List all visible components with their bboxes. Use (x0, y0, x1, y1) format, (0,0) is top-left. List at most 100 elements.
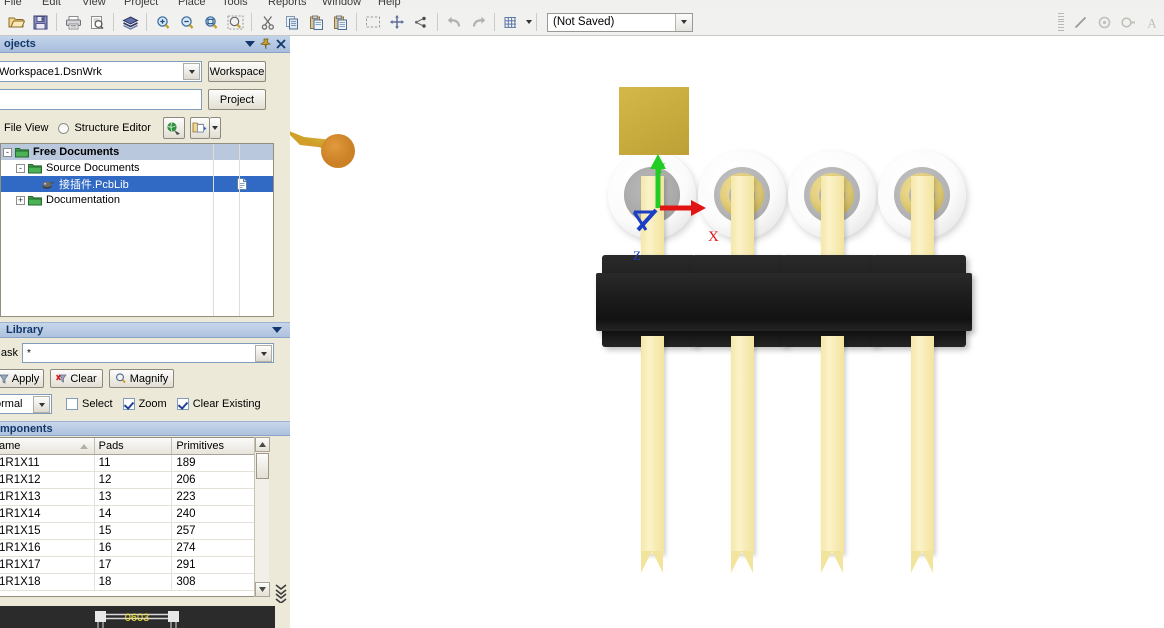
print-icon[interactable] (61, 11, 85, 33)
structure-editor-radio[interactable] (58, 122, 70, 134)
table-row[interactable]: 1R1X16 16 274 (0, 540, 254, 557)
apply-button[interactable]: Apply (0, 369, 44, 388)
library-panel-caret-icon[interactable] (272, 327, 282, 333)
table-row[interactable]: 1R1X18 18 308 (0, 574, 254, 591)
snap-grid-dropdown[interactable] (675, 13, 692, 31)
zoom-in-icon[interactable] (151, 11, 175, 33)
menu-item-window[interactable]: Window (322, 0, 361, 8)
clear-button[interactable]: Clear (50, 369, 103, 388)
scrollbar-thumb[interactable] (255, 453, 269, 479)
snap-grid-combo[interactable]: (Not Saved) (547, 12, 693, 32)
redo-icon[interactable] (466, 11, 490, 33)
zoom-area-icon[interactable] (223, 11, 247, 33)
column-primitives[interactable]: Primitives (172, 438, 254, 454)
drawing-toolbar[interactable]: A (1054, 9, 1164, 36)
scroll-up-arrow[interactable] (254, 437, 270, 452)
projects-panel-header[interactable]: ojects (0, 36, 290, 53)
panel-collapse-chevrons[interactable] (274, 583, 288, 606)
library-panel-header[interactable]: Library (0, 322, 290, 338)
magnify-button[interactable]: Magnify (109, 369, 174, 388)
cut-icon[interactable] (256, 11, 280, 33)
open-folder-icon[interactable] (4, 11, 28, 33)
toolbar-grip[interactable] (1058, 13, 1064, 31)
line-icon[interactable] (1068, 11, 1092, 33)
workspace-combo[interactable]: Workspace1.DsnWrk (0, 61, 202, 82)
print-preview-icon[interactable] (85, 11, 109, 33)
project-button[interactable]: Project (208, 89, 266, 110)
project-combo[interactable] (0, 89, 202, 110)
grid-dropdown-caret[interactable] (526, 20, 532, 24)
menu-item-reports[interactable]: Reports (268, 0, 307, 8)
project-tree[interactable]: - Free Documents - Source Documents 接插件.PcbL… (0, 143, 274, 317)
circle-icon[interactable] (1092, 11, 1116, 33)
collapse-icon[interactable]: - (16, 163, 25, 173)
zoom-label[interactable]: Zoom (139, 398, 167, 410)
mask-dropdown[interactable] (255, 345, 272, 362)
zoom-checkbox[interactable] (122, 398, 135, 410)
menu-item-view[interactable]: View (82, 0, 106, 8)
workspace-button[interactable]: Workspace (208, 61, 266, 82)
layers-icon[interactable] (118, 11, 142, 33)
copy-icon[interactable] (280, 11, 304, 33)
mode-combo[interactable]: ormal (0, 394, 52, 414)
clear-existing-checkbox[interactable] (176, 398, 189, 410)
menu-item-help[interactable]: Help (378, 0, 401, 8)
z-axis-label: Z (633, 248, 641, 263)
table-row[interactable]: 1R1X13 13 223 (0, 489, 254, 506)
table-row[interactable]: 1R1X11 11 189 (0, 455, 254, 472)
file-view-label[interactable]: File View (4, 122, 48, 134)
arc-icon[interactable] (1116, 11, 1140, 33)
collapse-icon[interactable]: - (3, 147, 12, 157)
select-checkbox[interactable] (66, 398, 78, 410)
table-row[interactable]: 1R1X15 15 257 (0, 523, 254, 540)
cross-probe-icon[interactable] (409, 11, 433, 33)
tree-item-1[interactable]: - Source Documents (1, 160, 273, 176)
left-docked-panels[interactable]: ojects Workspace1.DsnWrk Workspace Proje… (0, 36, 290, 628)
column-pads[interactable]: Pads (95, 438, 173, 454)
component-preview[interactable]: 0603 (0, 606, 275, 628)
zoom-out-icon[interactable] (175, 11, 199, 33)
tree-item-3[interactable]: + Documentation (1, 192, 273, 208)
move-icon[interactable] (385, 11, 409, 33)
panel-menu-caret-icon[interactable] (245, 41, 255, 47)
paste-special-icon[interactable] (328, 11, 352, 33)
expand-icon[interactable]: + (16, 195, 25, 205)
menu-item-tools[interactable]: Tools (222, 0, 248, 8)
table-row[interactable]: 1R1X12 12 206 (0, 472, 254, 489)
select-label[interactable]: Select (82, 398, 113, 410)
components-table-header[interactable]: ame Pads Primitives (0, 438, 254, 455)
pcb-3d-viewport[interactable]: Y X Z (290, 36, 1164, 628)
undo-icon[interactable] (442, 11, 466, 33)
text-icon[interactable]: A (1140, 11, 1164, 33)
grid-icon[interactable] (499, 11, 523, 33)
column-name[interactable]: ame (0, 438, 95, 454)
save-icon[interactable] (28, 11, 52, 33)
grid-selector[interactable] (499, 11, 532, 33)
menu-item-file[interactable]: File (4, 0, 22, 8)
mask-input[interactable]: * (22, 343, 274, 363)
library-globe-icon[interactable] (162, 117, 185, 139)
zoom-document-icon[interactable] (199, 11, 223, 33)
menu-bar[interactable]: File Edit View Project Place Tools Reports Wind… (0, 0, 1164, 9)
main-toolbar[interactable]: (Not Saved) A (0, 9, 1164, 36)
open-document-icon[interactable] (189, 117, 210, 139)
menu-item-edit[interactable]: Edit (42, 0, 61, 8)
clear-existing-label[interactable]: Clear Existing (193, 398, 261, 410)
table-row[interactable]: 1R1X17 17 291 (0, 557, 254, 574)
components-scrollbar[interactable] (254, 437, 270, 597)
open-document-dropdown[interactable] (209, 117, 221, 139)
tree-item-0[interactable]: - Free Documents (1, 144, 273, 160)
paste-icon[interactable] (304, 11, 328, 33)
menu-item-project[interactable]: Project (124, 0, 158, 8)
mode-dropdown[interactable] (33, 396, 50, 413)
workspace-dropdown[interactable] (183, 63, 200, 80)
structure-editor-label[interactable]: Structure Editor (74, 122, 150, 134)
table-row[interactable]: 1R1X14 14 240 (0, 506, 254, 523)
close-icon[interactable] (276, 39, 286, 49)
select-area-icon[interactable] (361, 11, 385, 33)
components-panel-header[interactable]: mponents (0, 421, 290, 436)
menu-item-place[interactable]: Place (178, 0, 206, 8)
scroll-down-arrow[interactable] (254, 582, 270, 597)
pin-icon[interactable] (260, 38, 271, 50)
tree-item-2[interactable]: 接插件.PcbLib (1, 176, 273, 192)
